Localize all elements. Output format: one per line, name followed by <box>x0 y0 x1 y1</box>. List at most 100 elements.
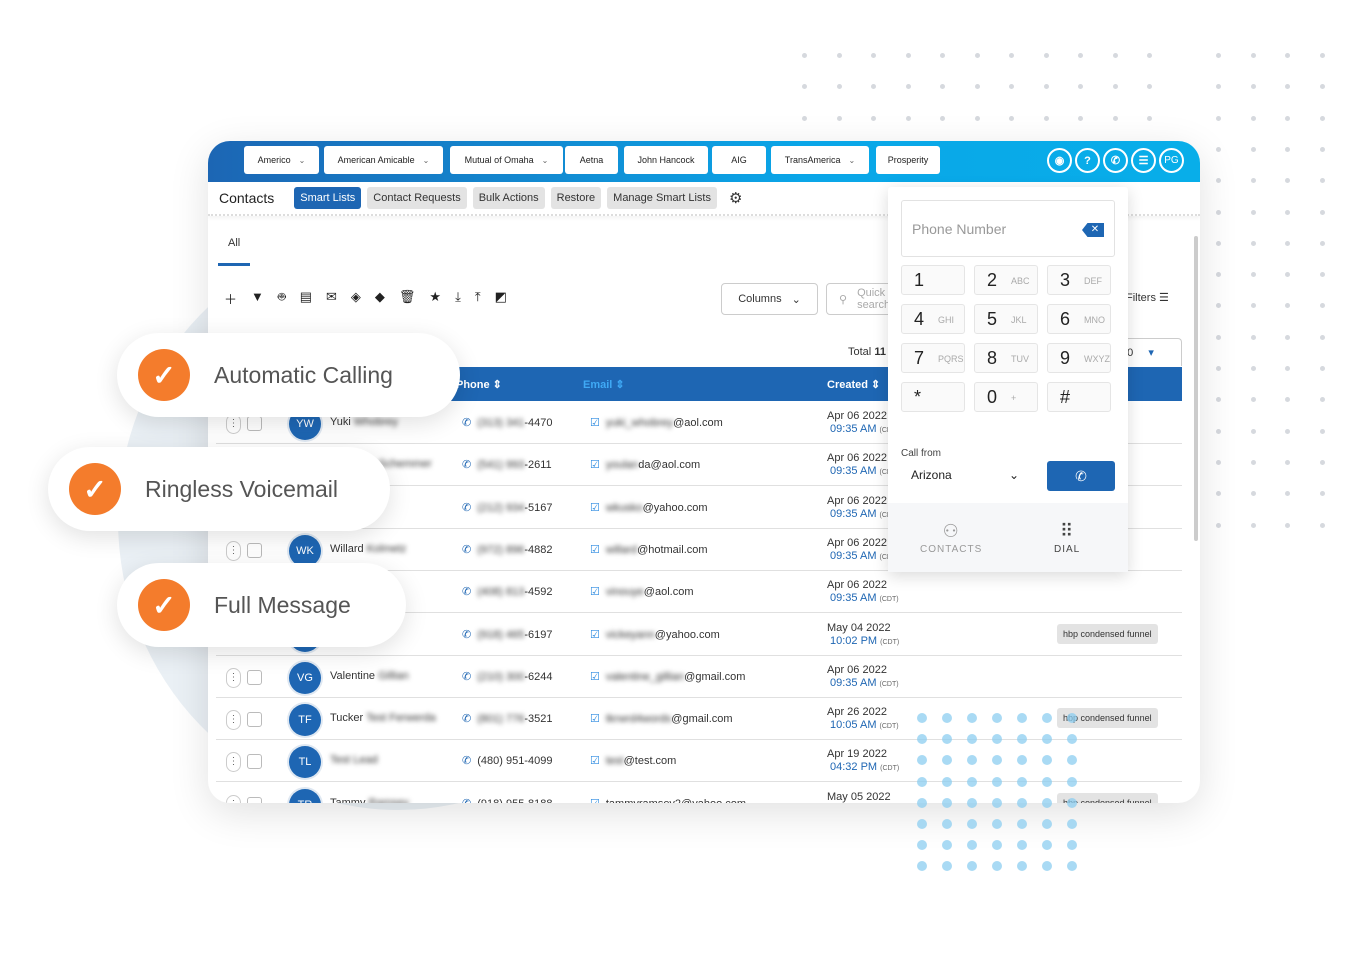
insurer-americo[interactable]: Americo ⌄ <box>244 146 319 174</box>
user-avatar[interactable]: PG <box>1159 148 1184 173</box>
insurer-transamerica[interactable]: TransAmerica ⌄ <box>771 146 869 174</box>
row-menu-icon[interactable]: ⋮ <box>226 414 241 434</box>
contact-name[interactable]: Willard Kolmetz <box>330 543 406 555</box>
columns-dropdown[interactable]: Columns ⌄ <box>721 283 818 315</box>
contact-phone[interactable]: ✆ (480) 951-4099 <box>462 754 552 767</box>
backspace-icon[interactable]: ✕ <box>1082 223 1104 237</box>
contact-email[interactable]: ☑ valentine_gillian@gmail.com <box>590 670 745 683</box>
insurer-aetna[interactable]: Aetna <box>565 146 618 174</box>
row-menu-icon[interactable]: ⋮ <box>226 794 241 803</box>
export-icon[interactable]: ⤒ <box>475 289 481 308</box>
call-from-select[interactable]: Arizona ⌄ <box>901 465 1029 485</box>
contact-requests-button[interactable]: Contact Requests <box>367 187 467 209</box>
contact-phone[interactable]: ✆ (408) 813-4592 <box>462 585 552 598</box>
contact-email[interactable]: ☑ vinouye@aol.com <box>590 585 693 598</box>
tag-add-icon[interactable]: ◈ <box>351 289 361 308</box>
dial-key-5[interactable]: 5 JKL <box>974 304 1038 334</box>
table-row[interactable]: ⋮ TF Tucker Test Ferwerda ✆ (801) 776-352… <box>216 698 1182 741</box>
row-checkbox[interactable] <box>247 796 262 803</box>
contact-email[interactable]: ☑ test@test.com <box>590 754 676 767</box>
dial-key-4[interactable]: 4 GHI <box>901 304 965 334</box>
robot-icon[interactable]: 🤖︎ <box>278 289 286 308</box>
contact-phone[interactable]: ✆ (918) 955-8188 <box>462 797 552 803</box>
contact-phone[interactable]: ✆ (918) 465-6197 <box>462 628 552 641</box>
contact-name[interactable]: Valentine Gillian <box>330 670 409 682</box>
star-icon[interactable]: ★ <box>429 289 441 308</box>
tag-remove-icon[interactable]: ◆ <box>375 289 385 308</box>
help-icon[interactable]: ? <box>1075 148 1100 173</box>
phone-icon[interactable]: ✆ <box>1103 148 1128 173</box>
contact-email[interactable]: ☑ vickeyann@yahoo.com <box>590 628 720 641</box>
contact-email[interactable]: ☑ youlanda@aol.com <box>590 458 700 471</box>
dial-key-8[interactable]: 8 TUV <box>974 343 1038 373</box>
contact-phone[interactable]: ✆ (313) 341-4470 <box>462 416 552 429</box>
contact-name[interactable]: Tammy Ramsey <box>330 797 409 803</box>
table-row[interactable]: ⋮ TR Tammy Ramsey ✆ (918) 955-8188 ☑ tammy… <box>216 783 1182 803</box>
tab-contacts[interactable]: ⚇ CONTACTS <box>920 521 982 555</box>
blue-dot <box>967 861 977 872</box>
table-row[interactable]: ⋮ VG Valentine Gillian ✆ (210) 300-6244 ☑… <box>216 656 1182 698</box>
insurer-aig[interactable]: AIG <box>712 146 766 174</box>
row-menu-icon[interactable]: ⋮ <box>226 710 241 731</box>
row-checkbox[interactable] <box>247 416 262 431</box>
email-column-header[interactable]: Email ⇕ <box>583 378 625 391</box>
row-checkbox[interactable] <box>247 754 262 770</box>
dial-key-0[interactable]: 0 + <box>974 382 1038 412</box>
smart-lists-button[interactable]: Smart Lists <box>294 187 362 209</box>
row-checkbox[interactable] <box>247 669 262 685</box>
insurer-prosperity[interactable]: Prosperity <box>876 146 940 174</box>
eye-icon[interactable]: ◉ <box>1047 148 1072 173</box>
tab-dial[interactable]: ⠿ DIAL <box>1054 521 1080 555</box>
dial-key-3[interactable]: 3 DEF <box>1047 265 1111 295</box>
filter-icon[interactable]: ▼ <box>251 289 264 308</box>
created-column-header[interactable]: Created ⇕ <box>827 378 880 391</box>
merge-icon[interactable]: ◩ <box>495 289 507 308</box>
dial-key-*[interactable]: * <box>901 382 965 412</box>
filters-button[interactable]: Filters ☰ <box>1126 291 1169 304</box>
insurer-american-amicable[interactable]: American Amicable ⌄ <box>324 146 443 174</box>
email-icon[interactable]: ✉ <box>326 289 337 308</box>
gear-icon[interactable]: ⚙ <box>729 189 742 207</box>
tab-all[interactable]: All <box>228 237 240 249</box>
row-menu-icon[interactable]: ⋮ <box>226 752 241 773</box>
trash-icon[interactable]: 🗑︎ <box>399 289 416 308</box>
contact-phone[interactable]: ✆ (212) 934-5167 <box>462 501 552 514</box>
message-icon[interactable]: ▤ <box>300 289 312 308</box>
contact-email[interactable]: ☑ tammyramsey2@yahoo.com <box>590 797 746 803</box>
insurer-mutual-of-omaha[interactable]: Mutual of Omaha ⌄ <box>450 146 563 174</box>
row-checkbox[interactable] <box>247 542 262 558</box>
scrollbar[interactable] <box>1194 236 1198 541</box>
restore-button[interactable]: Restore <box>550 187 602 209</box>
phone-column-header[interactable]: Phone ⇕ <box>456 378 502 391</box>
contact-email[interactable]: ☑ willard@hotmail.com <box>590 543 708 556</box>
row-menu-icon[interactable]: ⋮ <box>226 540 241 561</box>
contact-email[interactable]: ☑ yuki_whobrey@aol.com <box>590 416 723 429</box>
phone-number-input[interactable]: Phone Number ✕ <box>901 200 1115 257</box>
insurer-john-hancock[interactable]: John Hancock <box>624 146 708 174</box>
table-row[interactable]: ⋮ TL Test Lead ✆ (480) 951-4099 ☑ test@tes… <box>216 740 1182 783</box>
plus-icon[interactable]: ＋ <box>224 289 237 308</box>
dial-key-1[interactable]: 1 <box>901 265 965 295</box>
contact-email[interactable]: ☑ tkrwrd4words@gmail.com <box>590 712 733 725</box>
row-menu-icon[interactable]: ⋮ <box>226 667 241 688</box>
row-checkbox[interactable] <box>247 712 262 728</box>
contact-email[interactable]: ☑ wkusko@yahoo.com <box>590 501 708 514</box>
bulk-actions-button[interactable]: Bulk Actions <box>472 187 545 209</box>
tag-badge[interactable]: hbp condensed funnel <box>1057 623 1158 644</box>
dial-key-#[interactable]: # <box>1047 382 1111 412</box>
import-icon[interactable]: ⤓ <box>455 289 461 308</box>
dial-key-7[interactable]: 7 PQRS <box>901 343 965 373</box>
dial-key-9[interactable]: 9 WXYZ <box>1047 343 1111 373</box>
contact-phone[interactable]: ✆ (541) 993-2611 <box>462 458 552 471</box>
contact-name[interactable]: Tucker Test Ferwerda <box>330 712 436 724</box>
contact-phone[interactable]: ✆ (801) 776-3521 <box>462 712 552 725</box>
list-icon[interactable]: ☰ <box>1131 148 1156 173</box>
manage-smart-lists-button[interactable]: Manage Smart Lists <box>607 187 717 209</box>
dial-key-2[interactable]: 2 ABC <box>974 265 1038 295</box>
contact-phone[interactable]: ✆ (210) 300-6244 <box>462 670 552 683</box>
contact-name[interactable]: Test Lead <box>330 754 378 766</box>
contact-name[interactable]: Yuki Whobrey <box>330 416 398 428</box>
contact-phone[interactable]: ✆ (972) 896-4882 <box>462 543 552 556</box>
call-button[interactable]: ✆ <box>1047 461 1115 491</box>
dial-key-6[interactable]: 6 MNO <box>1047 304 1111 334</box>
